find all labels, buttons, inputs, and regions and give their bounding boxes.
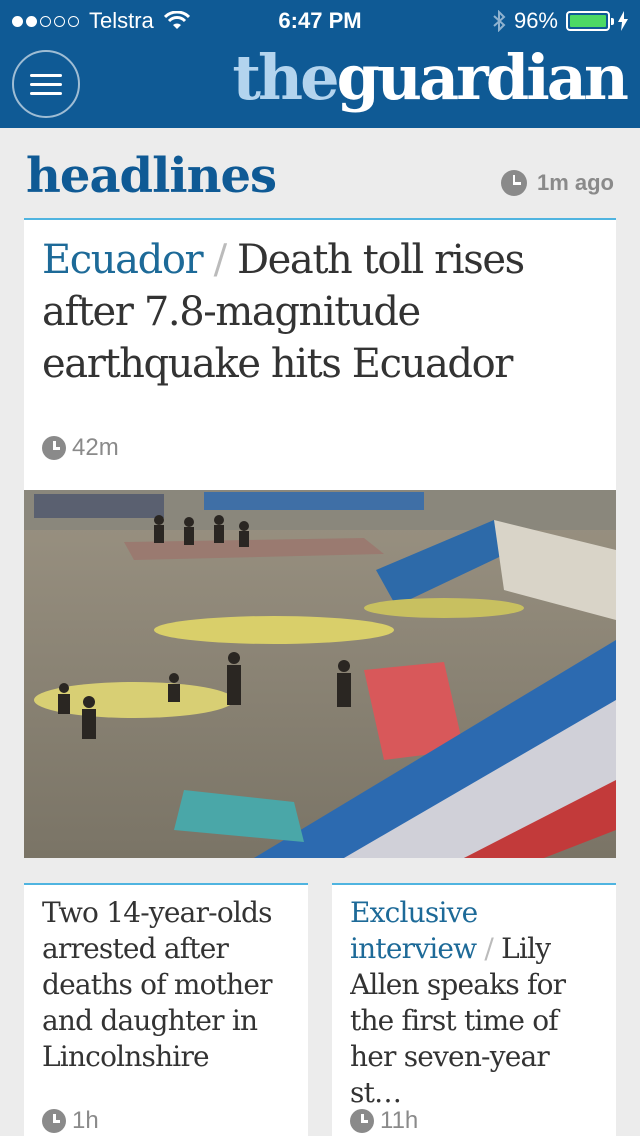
story-headline: Exclusive interview / Lily Allen speaks … (350, 895, 606, 1111)
story-age-text: 11h (380, 1107, 419, 1134)
main-story-age-text: 42m (72, 434, 119, 461)
story-headline: Two 14-year-olds arrested after deaths o… (42, 895, 298, 1075)
main-story-headline: Ecuador / Death toll rises after 7.8-mag… (42, 234, 602, 390)
logo-guardian: guardian (336, 41, 629, 114)
story-card[interactable]: Two 14-year-olds arrested after deaths o… (24, 883, 308, 1136)
main-story-kicker: Ecuador (42, 237, 204, 283)
guardian-logo[interactable]: theguardian (232, 38, 629, 118)
story-age: 1h (42, 1107, 99, 1135)
battery-percent: 96% (513, 8, 558, 33)
charging-icon (618, 11, 628, 31)
menu-button[interactable] (12, 50, 80, 118)
section-title: headlines (26, 148, 277, 204)
last-updated: 1m ago (500, 170, 614, 196)
main-story-card[interactable]: Ecuador / Death toll rises after 7.8-mag… (24, 218, 616, 858)
clock-icon (500, 170, 527, 196)
kicker-separator: / (213, 237, 227, 283)
story-age-text: 1h (72, 1107, 99, 1134)
logo-the: the (232, 41, 339, 114)
last-updated-text: 1m ago (536, 170, 614, 195)
clock-icon (42, 1109, 66, 1133)
main-story-age: 42m (42, 434, 119, 462)
clock-icon (42, 436, 66, 460)
hamburger-line (30, 82, 62, 86)
story-kicker: Exclusive interview (350, 896, 478, 965)
hamburger-menu-icon (30, 73, 62, 77)
story-title: Two 14-year-olds arrested after deaths o… (42, 896, 273, 1073)
story-card[interactable]: Exclusive interview / Lily Allen speaks … (332, 883, 616, 1136)
hamburger-line (30, 91, 62, 95)
story-age: 11h (350, 1107, 418, 1135)
bluetooth-icon (493, 10, 506, 32)
battery-icon (566, 11, 614, 31)
app-header: Telstra 6:47 PM 96% theguardian (0, 0, 640, 128)
battery-info: 96% (492, 8, 628, 34)
status-bar: Telstra 6:47 PM 96% (0, 0, 640, 40)
kicker-separator: / (484, 932, 494, 965)
main-story-photo[interactable] (24, 490, 616, 858)
clock-icon (350, 1109, 374, 1133)
